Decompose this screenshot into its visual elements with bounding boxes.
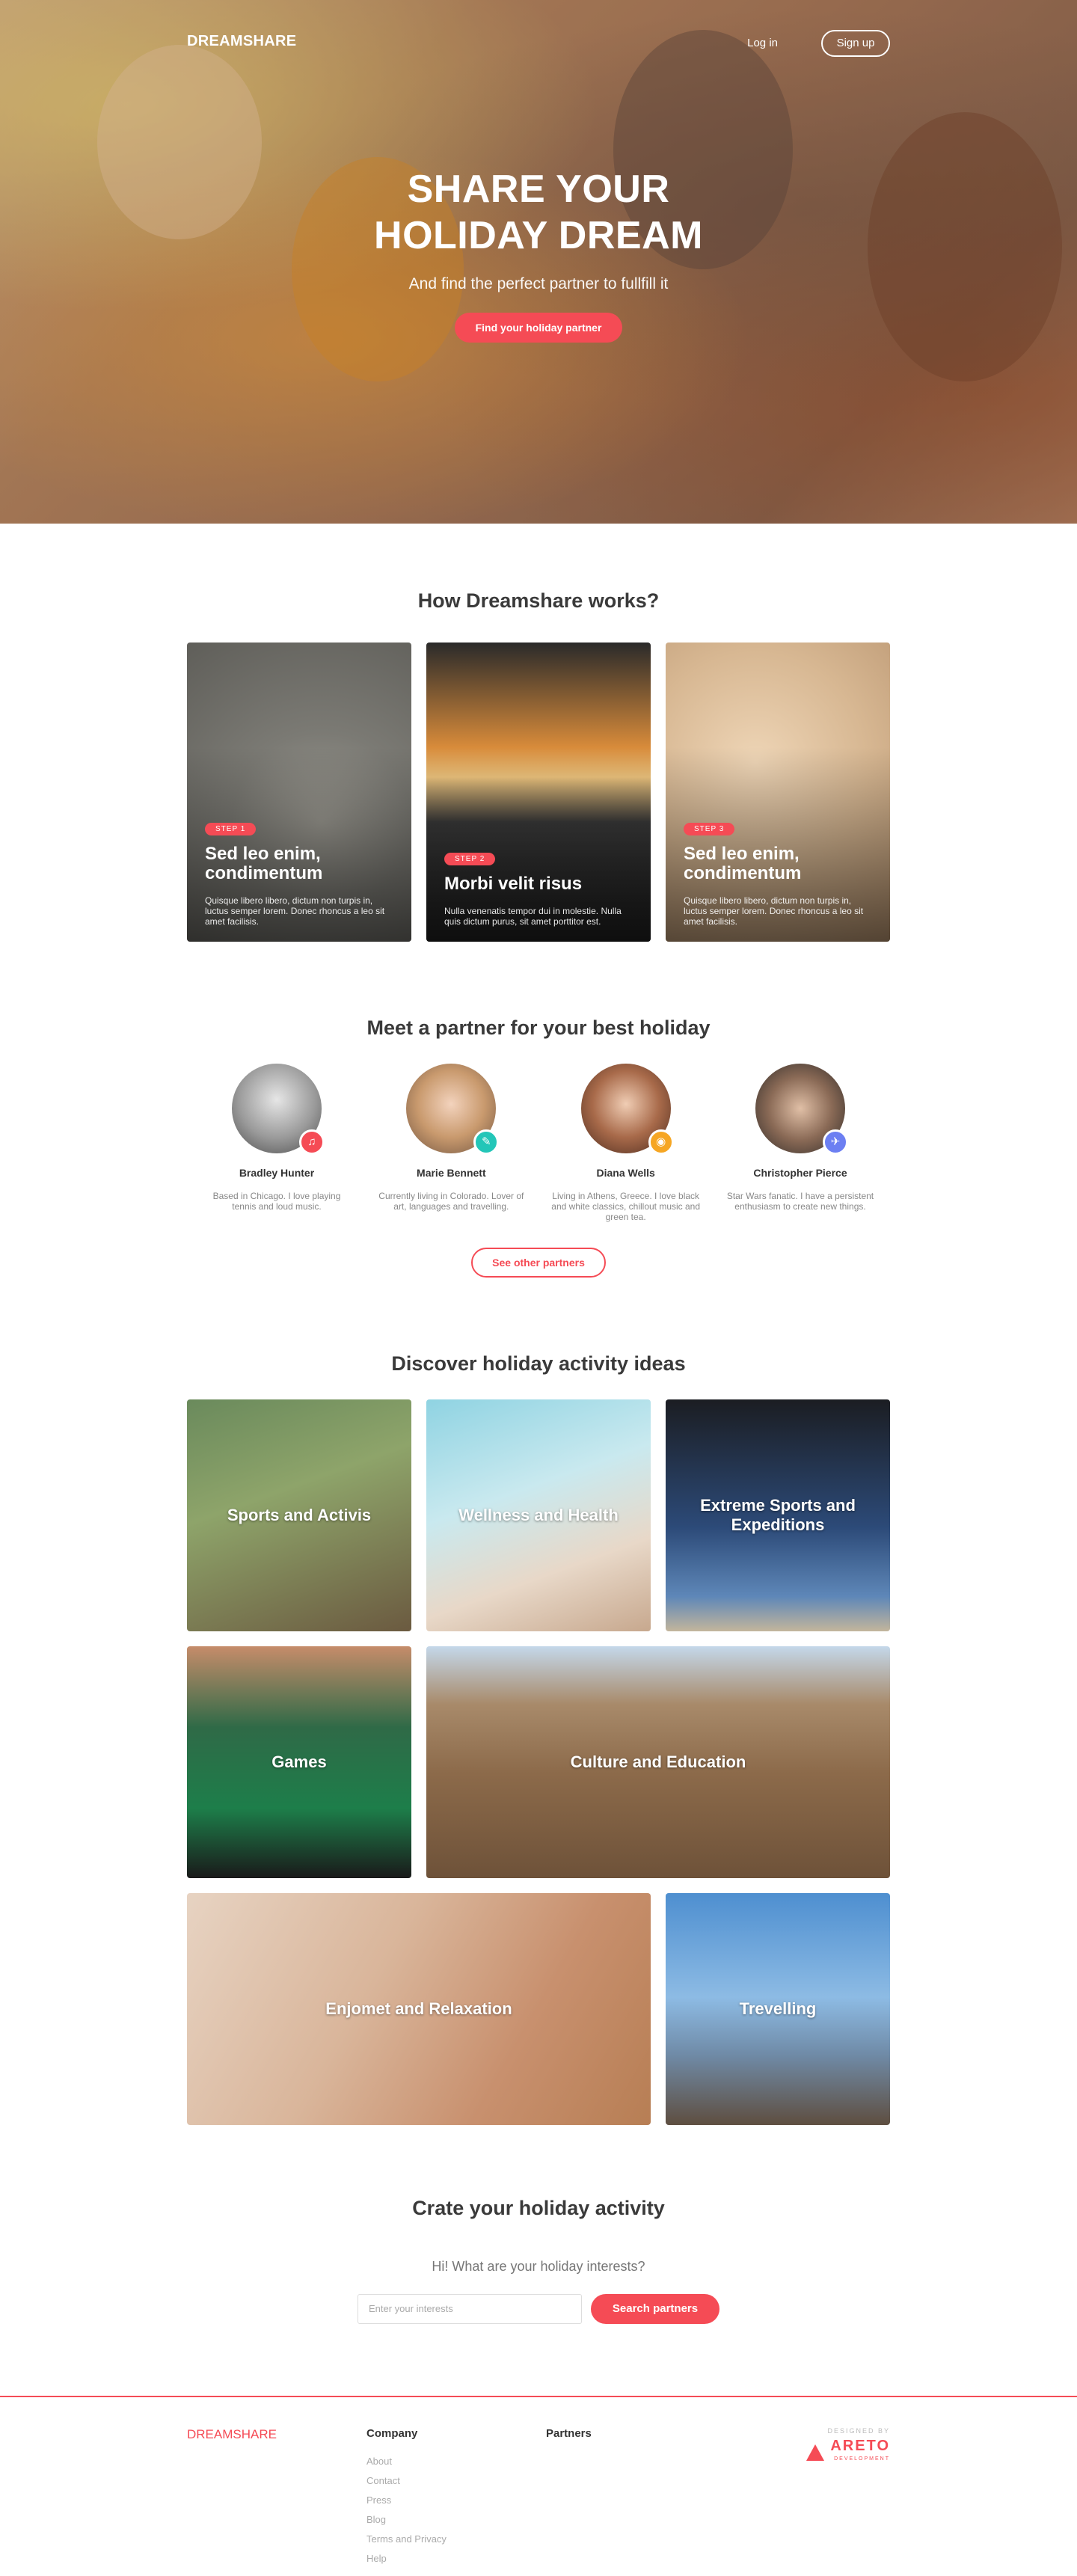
pencil-icon: ✎ [473, 1129, 500, 1155]
site-logo[interactable]: DREAMSHARE [187, 33, 296, 50]
partner-card[interactable]: ✈ Christopher Pierce Star Wars fanatic. … [718, 1064, 883, 1222]
hero-subtitle: And find the perfect partner to fullfill… [408, 275, 669, 292]
activity-label: Culture and Education [570, 1752, 746, 1771]
step-info: STEP 1 Sed leo enim, condimentum Quisque… [205, 821, 393, 927]
interests-input[interactable]: Enter your interests [358, 2294, 582, 2324]
areto-wordmark: ARETO DEVELOPMENT [830, 2438, 890, 2466]
partner-list: ♫ Bradley Hunter Based in Chicago. I lov… [187, 1064, 890, 1222]
footer: DREAMSHARE Company About Contact Press B… [0, 2396, 1077, 2576]
hero-title-line2: HOLIDAY DREAM [374, 214, 703, 257]
designer-credit[interactable]: DESIGNED BY ARETO DEVELOPMENT [806, 2427, 890, 2466]
partners-section: Meet a partner for your best holiday ♫ B… [0, 942, 1077, 1278]
partner-name[interactable]: Bradley Hunter [194, 1167, 359, 1179]
partner-name[interactable]: Marie Bennett [369, 1167, 533, 1179]
section-title: Meet a partner for your best holiday [366, 1016, 711, 1039]
activity-tile[interactable]: Enjomet and Relaxation [187, 1893, 651, 2125]
partner-desc: Living in Athens, Greece. I love black a… [551, 1191, 701, 1222]
steps-list: STEP 1 Sed leo enim, condimentum Quisque… [187, 643, 890, 942]
hero-content: SHARE YOUR HOLIDAY DREAM And find the pe… [0, 166, 1077, 343]
hero-section: DREAMSHARE Log in Sign up SHARE YOUR HOL… [0, 0, 1077, 524]
step-card[interactable]: STEP 2 Morbi velit risus Nulla venenatis… [426, 643, 651, 942]
footer-logo[interactable]: DREAMSHARE [187, 2427, 277, 2442]
activity-tile[interactable]: Extreme Sports and Expeditions [666, 1399, 890, 1631]
step-info: STEP 2 Morbi velit risus Nulla venenatis… [444, 851, 633, 927]
step-card[interactable]: STEP 3 Sed leo enim, condimentum Quisque… [666, 643, 890, 942]
footer-link[interactable]: About [366, 2452, 447, 2471]
partner-desc: Star Wars fanatic. I have a persistent e… [726, 1191, 874, 1212]
footer-link-list: About Contact Press Blog Terms and Priva… [366, 2452, 447, 2569]
activity-label: Games [271, 1752, 327, 1771]
areto-sub: DEVELOPMENT [834, 2456, 890, 2462]
step-info: STEP 3 Sed leo enim, condimentum Quisque… [684, 821, 872, 927]
activity-label: Extreme Sports and Expeditions [700, 1496, 856, 1534]
activity-label: Trevelling [739, 1999, 817, 2018]
activity-tile[interactable]: Games [187, 1646, 411, 1878]
activity-label: Sports and Activis [227, 1506, 372, 1524]
step-badge: STEP 3 [684, 823, 735, 835]
activity-grid: Sports and Activis Wellness and Health E… [187, 1399, 890, 2125]
hero-title-line1: SHARE YOUR [407, 168, 670, 211]
footer-link[interactable]: Terms and Privacy [366, 2530, 447, 2549]
partner-card[interactable]: ◉ Diana Wells Living in Athens, Greece. … [544, 1064, 708, 1222]
find-partner-button[interactable]: Find your holiday partner [454, 313, 623, 343]
section-title: How Dreamshare works? [417, 589, 660, 612]
footer-link[interactable]: Contact [366, 2471, 447, 2491]
partner-card[interactable]: ✎ Marie Bennett Currently living in Colo… [369, 1064, 533, 1222]
areto-name: ARETO [830, 2438, 890, 2454]
create-activity-section: Crate your holiday activity Hi! What are… [0, 2125, 1077, 2324]
section-title: Crate your holiday activity [412, 2197, 665, 2219]
footer-link[interactable]: Blog [366, 2510, 447, 2530]
activity-tile[interactable]: Culture and Education [426, 1646, 890, 1878]
partner-desc: Currently living in Colorado. Lover of a… [378, 1191, 524, 1212]
camera-icon: ◉ [648, 1129, 674, 1155]
how-it-works-section: How Dreamshare works? STEP 1 Sed leo eni… [0, 524, 1077, 942]
step-title: Sed leo enim, condimentum [684, 844, 802, 883]
music-icon: ♫ [299, 1129, 325, 1155]
areto-mark-icon [806, 2444, 825, 2461]
hero-title: SHARE YOUR HOLIDAY DREAM [0, 166, 1077, 259]
search-form: Enter your interests Search partners [187, 2294, 890, 2324]
signup-button[interactable]: Sign up [821, 30, 890, 57]
see-other-partners-button[interactable]: See other partners [471, 1248, 606, 1278]
partner-desc: Based in Chicago. I love playing tennis … [212, 1191, 341, 1212]
designed-by-label: DESIGNED BY [827, 2427, 890, 2435]
login-link[interactable]: Log in [747, 37, 778, 49]
avatar[interactable]: ✎ [406, 1064, 500, 1155]
avatar[interactable]: ◉ [580, 1064, 674, 1155]
step-badge: STEP 1 [205, 823, 257, 835]
avatar[interactable]: ✈ [755, 1064, 848, 1155]
step-text: Quisque libero libero, dictum non turpis… [684, 895, 864, 927]
activities-section: Discover holiday activity ideas Sports a… [0, 1278, 1077, 2125]
footer-column-title: Company [366, 2427, 418, 2440]
airplane-icon: ✈ [822, 1129, 848, 1155]
footer-partners-column: Partners [546, 2427, 592, 2440]
footer-link[interactable]: Help [366, 2549, 447, 2569]
search-partners-button[interactable]: Search partners [591, 2294, 719, 2324]
footer-company-column: Company About Contact Press Blog Terms a… [366, 2427, 447, 2569]
step-badge: STEP 2 [444, 853, 496, 865]
partner-name[interactable]: Christopher Pierce [718, 1167, 883, 1179]
interests-prompt: Hi! What are your holiday interests? [432, 2259, 645, 2274]
activity-label: Enjomet and Relaxation [325, 1999, 512, 2018]
step-title: Morbi velit risus [444, 874, 583, 894]
partner-card[interactable]: ♫ Bradley Hunter Based in Chicago. I lov… [194, 1064, 359, 1222]
activity-tile[interactable]: Trevelling [666, 1893, 890, 2125]
activity-tile[interactable]: Wellness and Health [426, 1399, 651, 1631]
footer-column-title: Partners [546, 2427, 592, 2440]
avatar[interactable]: ♫ [232, 1064, 325, 1155]
step-text: Quisque libero libero, dictum non turpis… [205, 895, 385, 927]
section-title: Discover holiday activity ideas [391, 1352, 686, 1375]
step-card[interactable]: STEP 1 Sed leo enim, condimentum Quisque… [187, 643, 411, 942]
activity-label: Wellness and Health [458, 1506, 619, 1524]
footer-link[interactable]: Press [366, 2491, 447, 2510]
step-text: Nulla venenatis tempor dui in molestie. … [444, 906, 622, 927]
areto-logo: ARETO DEVELOPMENT [806, 2438, 890, 2466]
activity-tile[interactable]: Sports and Activis [187, 1399, 411, 1631]
step-title: Sed leo enim, condimentum [205, 844, 323, 883]
partner-name[interactable]: Diana Wells [544, 1167, 708, 1179]
